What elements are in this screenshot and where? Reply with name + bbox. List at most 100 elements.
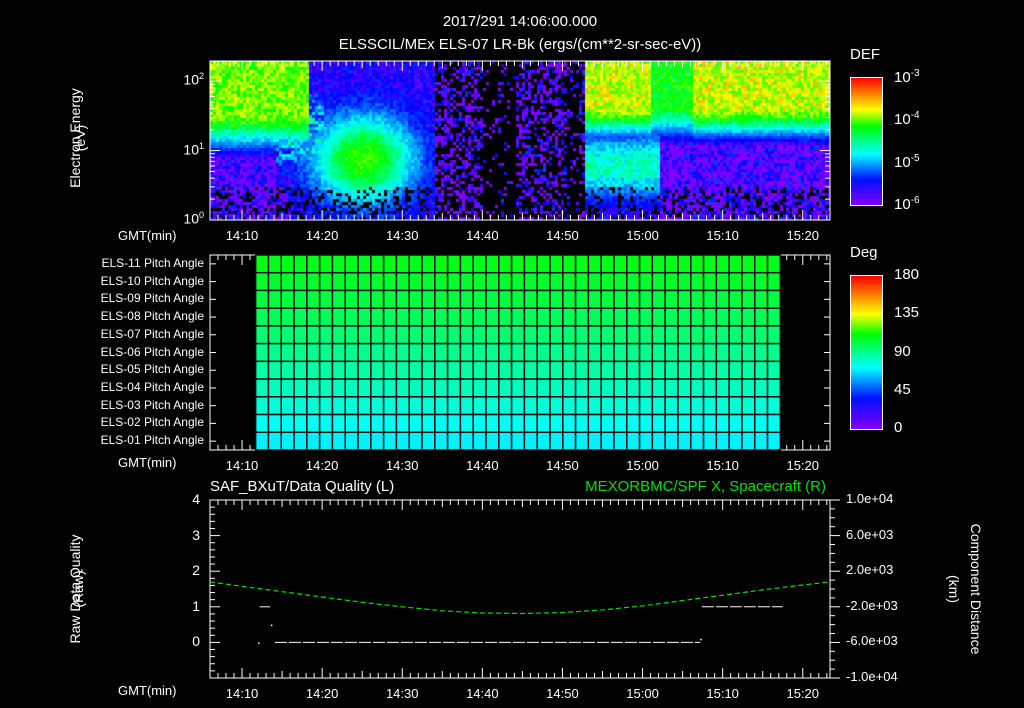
pitch-cell: [702, 289, 718, 309]
pitch-cell: [549, 271, 564, 292]
pitch-cell: [280, 271, 295, 292]
pitch-cell: [408, 254, 423, 274]
pitch-cell: [306, 396, 321, 416]
pitch-cell: [459, 289, 474, 309]
pitch-cell: [306, 431, 321, 451]
pitch-cell: [267, 431, 283, 451]
pitch-cell: [587, 271, 602, 292]
pitch-cell: [766, 360, 782, 380]
pitch-row-label: ELS-07 Pitch Angle: [100, 326, 204, 341]
pitch-cell: [421, 342, 436, 363]
pitch-row-label: ELS-10 Pitch Angle: [100, 273, 204, 288]
pitch-cell: [331, 325, 346, 345]
pitch-cell: [587, 360, 602, 380]
pitch-cell: [331, 431, 346, 451]
pitch-cell: [254, 431, 270, 451]
pitch-cell: [523, 431, 538, 451]
pitch-cell: [318, 413, 334, 434]
pitch-cell: [331, 271, 346, 292]
pitch-cell: [587, 307, 602, 327]
pitch-cell: [434, 254, 449, 274]
pitch-cell: [702, 325, 718, 345]
pitch-cell: [753, 271, 769, 292]
pitch-cell: [638, 325, 654, 345]
pitch-cell: [753, 289, 769, 309]
pitch-cell: [626, 271, 641, 292]
pitch-cell: [254, 360, 270, 380]
pitch-cell: [318, 307, 334, 327]
pitch-cell: [562, 360, 577, 380]
pitch-cell: [357, 254, 372, 274]
pitch-cell: [331, 254, 346, 274]
pitch-cell: [306, 254, 321, 274]
pitch-cell: [434, 307, 449, 327]
x-tick-label: 14:20: [305, 228, 339, 243]
pitch-cell: [562, 342, 577, 363]
pitch-cell: [510, 254, 526, 274]
pitch-cell: [638, 307, 654, 327]
pitch-cell: [574, 413, 590, 434]
pitch-cell: [587, 289, 602, 309]
x-tick-label: 15:00: [626, 228, 659, 243]
pitch-cell: [344, 254, 359, 274]
pitch-cell: [753, 396, 769, 416]
pitch-cell: [664, 342, 679, 363]
x-tick-label: 14:50: [546, 458, 579, 473]
pitch-cell: [280, 325, 295, 345]
pitch-cell: [382, 254, 398, 274]
pitch-cell: [395, 431, 410, 451]
pitch-cell: [459, 307, 474, 327]
pitch-cell: [318, 342, 334, 363]
pitch-cell: [523, 342, 538, 363]
pitch-cell: [753, 360, 769, 380]
pitch-cell: [510, 271, 526, 292]
x-tick-label: 15:10: [706, 458, 739, 473]
pitch-cell: [549, 360, 564, 380]
pitch-cell: [382, 307, 398, 327]
pitch-cell: [293, 396, 308, 416]
pitch-cell: [638, 289, 654, 309]
x-axis-label-1: GMT(min): [118, 228, 177, 243]
pitch-cell: [382, 360, 398, 380]
pitch-cell: [485, 325, 500, 345]
right-axis-unit: (km): [946, 575, 962, 603]
pitch-cell: [498, 431, 513, 451]
pitch-cell: [344, 325, 359, 345]
pitch-cell: [613, 431, 628, 451]
pitch-cell: [510, 325, 526, 345]
pitch-cell: [357, 325, 372, 345]
pitch-cell: [562, 307, 577, 327]
x-tick-label: 15:20: [786, 228, 820, 243]
pitch-row-label: ELS-11 Pitch Angle: [101, 255, 204, 270]
pitch-cell: [702, 271, 718, 292]
pitch-cell: [664, 271, 679, 292]
pitch-cell: [613, 360, 628, 380]
pitch-cell: [357, 413, 372, 434]
pitch-cell: [626, 360, 641, 380]
pitch-cell: [600, 378, 615, 398]
pitch-cell: [434, 396, 449, 416]
pitch-cell: [587, 378, 602, 398]
pitch-cell: [331, 360, 346, 380]
pitch-cell: [370, 396, 385, 416]
pitch-cell: [472, 289, 487, 309]
pitch-cell: [485, 342, 500, 363]
pitch-cell: [498, 342, 513, 363]
deg-colorbar-tick: 45: [894, 380, 911, 398]
x-tick-label: 14:20: [305, 458, 339, 473]
pitch-cell: [549, 307, 564, 327]
pitch-cell: [753, 325, 769, 345]
pitch-cell: [651, 431, 666, 451]
pitch-cell: [331, 342, 346, 363]
pitch-cell: [344, 396, 359, 416]
pitch-cell: [626, 413, 641, 434]
pitch-cell: [690, 271, 705, 292]
pitch-cell: [536, 360, 551, 380]
pitch-cell: [613, 325, 628, 345]
pitch-cell: [690, 360, 705, 380]
pitch-cell: [395, 325, 410, 345]
x-tick-label: 14:40: [466, 228, 499, 243]
pitch-cell: [472, 325, 487, 345]
pitch-cell: [753, 307, 769, 327]
pitch-cell: [421, 360, 436, 380]
